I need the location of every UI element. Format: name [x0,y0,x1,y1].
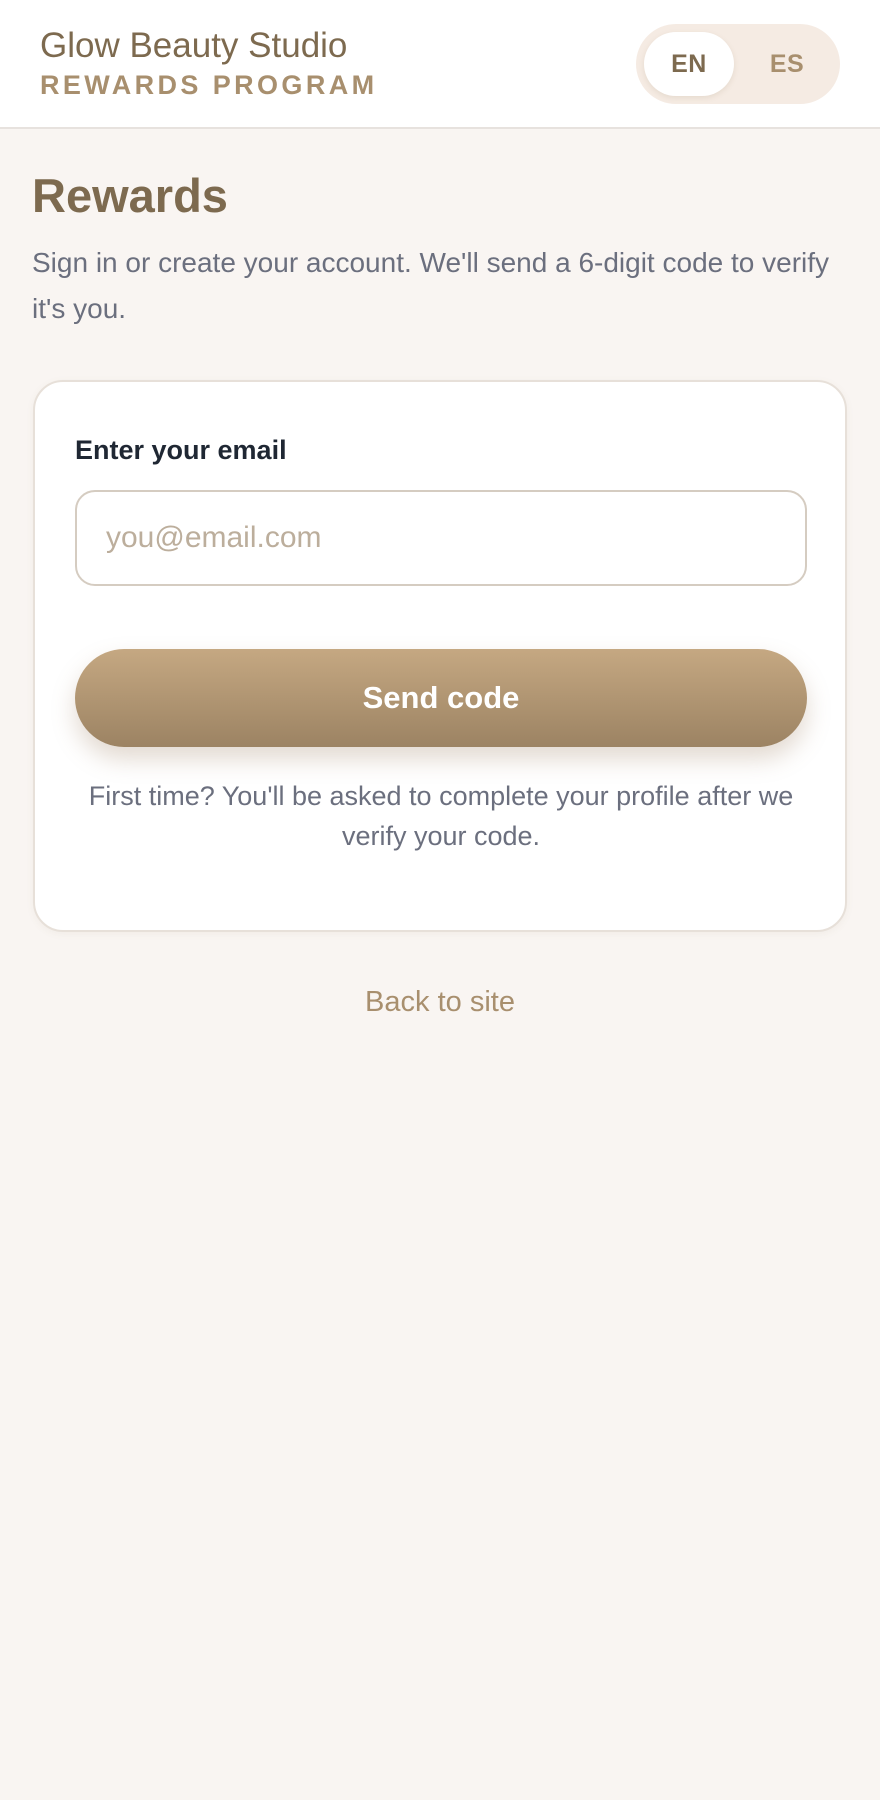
first-time-helper-text: First time? You'll be asked to complete … [88,781,794,851]
sign-in-card: Enter your email Send code First time? Y… [33,380,847,932]
brand-subtitle: REWARDS PROGRAM [40,70,378,100]
language-option-es[interactable]: ES [742,32,832,96]
email-input[interactable] [75,490,807,586]
language-option-en[interactable]: EN [644,32,734,96]
app-header: Glow Beauty Studio REWARDS PROGRAM EN ES [0,0,880,129]
brand: Glow Beauty Studio REWARDS PROGRAM [40,26,378,100]
brand-name: Glow Beauty Studio [40,26,348,65]
back-to-site-link[interactable]: Back to site [0,982,880,1022]
email-label: Enter your email [75,435,287,465]
language-toggle: EN ES [636,24,840,104]
page-description: Sign in or create your account. We'll se… [32,247,830,324]
page-title: Rewards [32,169,228,222]
send-code-button[interactable]: Send code [75,649,807,747]
